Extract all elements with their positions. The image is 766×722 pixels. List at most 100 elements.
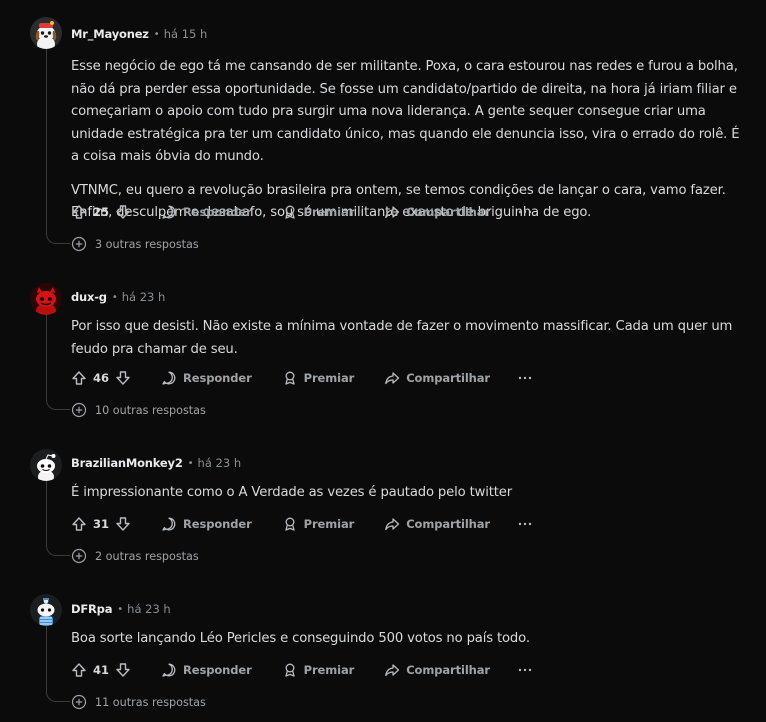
share-icon xyxy=(384,204,400,220)
action-bar: 46 Responder Premiar Compartilhar xyxy=(71,368,532,388)
comment-header: DFRpa • há 23 h xyxy=(71,599,171,619)
share-icon xyxy=(384,370,400,386)
snoo-avatar-blue-icon xyxy=(30,594,62,626)
award-button[interactable]: Premiar xyxy=(282,370,354,386)
share-icon xyxy=(384,662,400,678)
vote-group: 46 xyxy=(71,370,131,386)
plus-circle-icon xyxy=(71,548,87,564)
comment-header: BrazilianMonkey2 • há 23 h xyxy=(71,453,241,473)
share-label: Compartilhar xyxy=(406,371,490,385)
vote-score: 25 xyxy=(93,205,110,219)
username[interactable]: BrazilianMonkey2 xyxy=(71,456,183,470)
more-replies-link[interactable]: 2 outras respostas xyxy=(71,547,199,565)
more-options-button[interactable] xyxy=(518,370,532,386)
share-button[interactable]: Compartilhar xyxy=(384,204,490,220)
vote-group: 41 xyxy=(71,662,131,678)
thread-elbow xyxy=(46,544,70,556)
snoo-avatar-dog-icon xyxy=(30,17,62,49)
thread-line xyxy=(46,626,47,691)
more-options-button[interactable] xyxy=(518,516,532,532)
username[interactable]: dux-g xyxy=(71,290,107,304)
vote-score: 41 xyxy=(93,663,110,677)
more-options-button[interactable] xyxy=(518,204,532,220)
avatar[interactable] xyxy=(30,449,62,481)
share-button[interactable]: Compartilhar xyxy=(384,370,490,386)
comment-bubble-icon xyxy=(161,370,177,386)
downvote-icon[interactable] xyxy=(115,662,131,678)
action-bar: 41 Responder Premiar Compartilhar xyxy=(71,660,532,680)
upvote-icon[interactable] xyxy=(71,516,87,532)
award-label: Premiar xyxy=(303,663,355,677)
more-replies-label: 11 outras respostas xyxy=(95,695,206,709)
comment-paragraph: Esse negócio de ego tá me cansando de se… xyxy=(71,59,740,164)
share-button[interactable]: Compartilhar xyxy=(384,662,490,678)
action-bar: 25 Responder Premiar Compartilhar xyxy=(71,202,532,222)
comment-paragraph: Boa sorte lançando Léo Pericles e conseg… xyxy=(71,631,530,646)
separator-dot: • xyxy=(187,457,194,469)
vote-score: 46 xyxy=(93,371,110,385)
downvote-icon[interactable] xyxy=(115,516,131,532)
vote-group: 25 xyxy=(71,204,131,220)
award-button[interactable]: Premiar xyxy=(282,516,355,532)
vote-group: 31 xyxy=(71,516,131,532)
separator-dot: • xyxy=(153,28,160,40)
avatar[interactable] xyxy=(30,594,62,626)
more-options-button[interactable] xyxy=(518,662,532,678)
share-label: Compartilhar xyxy=(406,517,490,531)
award-icon xyxy=(282,662,298,678)
thread-elbow xyxy=(46,232,70,244)
upvote-icon[interactable] xyxy=(71,662,87,678)
avatar[interactable] xyxy=(30,17,62,49)
timestamp[interactable]: há 23 h xyxy=(198,456,242,470)
share-button[interactable]: Compartilhar xyxy=(384,516,490,532)
avatar[interactable] xyxy=(30,283,62,315)
award-icon xyxy=(282,516,298,532)
ellipsis-icon xyxy=(518,522,532,526)
award-label: Premiar xyxy=(303,517,355,531)
thread-elbow xyxy=(46,690,70,702)
username[interactable]: DFRpa xyxy=(71,602,112,616)
comment-bubble-icon xyxy=(161,204,177,220)
award-icon xyxy=(282,204,298,220)
award-label: Premiar xyxy=(303,205,355,219)
comment-feed: Mr_Mayonez • há 15 h Esse negócio de ego… xyxy=(0,0,766,722)
more-replies-label: 2 outras respostas xyxy=(95,549,199,563)
plus-circle-icon xyxy=(71,694,87,710)
separator-dot: • xyxy=(111,291,118,303)
upvote-icon[interactable] xyxy=(71,204,87,220)
comment-bubble-icon xyxy=(161,516,177,532)
reply-button[interactable]: Responder xyxy=(161,204,252,220)
snoo-avatar-red-icon xyxy=(30,283,62,315)
reply-label: Responder xyxy=(183,663,252,677)
comment-header: Mr_Mayonez • há 15 h xyxy=(71,24,207,44)
award-icon xyxy=(282,370,298,386)
reply-button[interactable]: Responder xyxy=(161,370,252,386)
upvote-icon[interactable] xyxy=(71,370,87,386)
comment-body: Por isso que desisti. Não existe a mínim… xyxy=(71,316,751,361)
comment-bubble-icon xyxy=(161,662,177,678)
more-replies-link[interactable]: 11 outras respostas xyxy=(71,693,206,711)
thread-elbow xyxy=(46,398,70,410)
more-replies-link[interactable]: 3 outras respostas xyxy=(71,235,199,253)
reply-label: Responder xyxy=(183,517,252,531)
share-label: Compartilhar xyxy=(406,663,490,677)
reply-label: Responder xyxy=(183,205,252,219)
downvote-icon[interactable] xyxy=(115,370,131,386)
thread-line xyxy=(46,48,47,233)
comment-paragraph: É impressionante como o A Verdade as vez… xyxy=(71,485,513,500)
reply-label: Responder xyxy=(183,371,252,385)
username[interactable]: Mr_Mayonez xyxy=(71,27,149,41)
reply-button[interactable]: Responder xyxy=(161,516,252,532)
ellipsis-icon xyxy=(518,668,532,672)
award-button[interactable]: Premiar xyxy=(282,662,355,678)
timestamp[interactable]: há 15 h xyxy=(164,27,208,41)
reply-button[interactable]: Responder xyxy=(161,662,252,678)
share-label: Compartilhar xyxy=(406,205,490,219)
timestamp[interactable]: há 23 h xyxy=(127,602,171,616)
downvote-icon[interactable] xyxy=(115,204,131,220)
more-replies-link[interactable]: 10 outras respostas xyxy=(71,401,206,419)
more-replies-label: 10 outras respostas xyxy=(95,403,206,417)
award-button[interactable]: Premiar xyxy=(282,204,355,220)
timestamp[interactable]: há 23 h xyxy=(122,290,166,304)
more-replies-label: 3 outras respostas xyxy=(95,237,199,251)
